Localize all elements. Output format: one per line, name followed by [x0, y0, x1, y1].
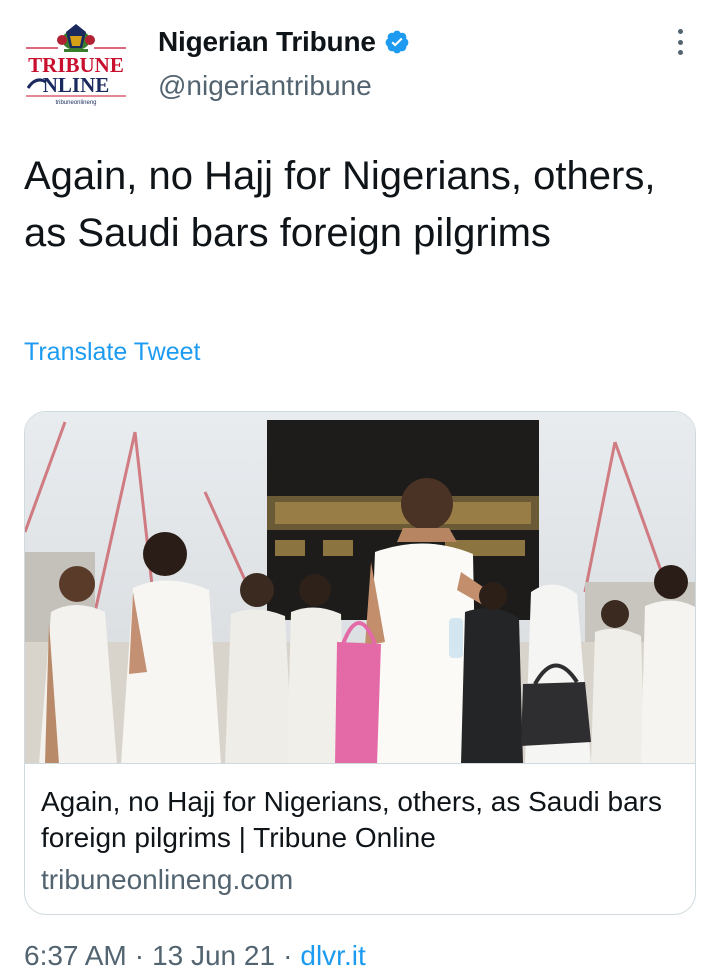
- link-preview-card[interactable]: Again, no Hajj for Nigerians, others, as…: [24, 411, 696, 915]
- logo-small-text: tribuneonlineng: [55, 100, 96, 106]
- card-image[interactable]: [25, 412, 695, 764]
- card-title[interactable]: Again, no Hajj for Nigerians, others, as…: [41, 784, 681, 856]
- display-name[interactable]: Nigerian Tribune: [158, 26, 376, 58]
- tweet-time[interactable]: 6:37 AM: [24, 940, 127, 972]
- tweet-date[interactable]: 13 Jun 21: [152, 940, 275, 972]
- tweet-text: Again, no Hajj for Nigerians, others, as…: [24, 154, 656, 255]
- hajj-pilgrims-photo-icon: [25, 412, 695, 763]
- avatar[interactable]: TRIBUNE NLINE tribuneonlineng: [22, 22, 130, 110]
- verified-badge-icon: [384, 29, 410, 55]
- translate-tweet-link[interactable]: Translate Tweet: [24, 338, 200, 367]
- tweet-header: TRIBUNE NLINE tribuneonlineng Nigerian T…: [0, 0, 720, 130]
- tribune-online-logo-icon: TRIBUNE NLINE tribuneonlineng: [26, 24, 126, 106]
- tweet-source-link[interactable]: dlvr.it: [300, 940, 365, 972]
- meta-separator-2: ·: [283, 940, 293, 971]
- logo-text-bottom: NLINE: [43, 73, 110, 97]
- more-vertical-icon[interactable]: [670, 26, 690, 58]
- card-domain: tribuneonlineng.com: [41, 864, 294, 895]
- author-handle[interactable]: @nigeriantribune: [158, 70, 372, 102]
- meta-separator: ·: [134, 940, 145, 971]
- author-name-row: Nigerian Tribune: [158, 22, 410, 62]
- tweet-meta: 6:37 AM · 13 Jun 21 · dlvr.it: [24, 940, 366, 972]
